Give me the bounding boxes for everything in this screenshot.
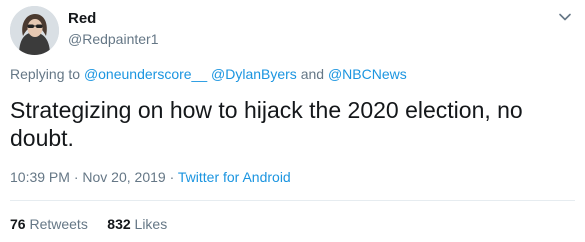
replying-prefix: Replying to xyxy=(10,66,84,82)
tweet-meta: 10:39 PM · Nov 20, 2019 · Twitter for An… xyxy=(10,168,291,186)
retweets-stat[interactable]: 76 Retweets xyxy=(10,216,88,232)
display-name[interactable]: Red xyxy=(68,10,96,28)
divider xyxy=(10,200,575,201)
meta-separator: · xyxy=(165,169,178,185)
tweet-time: 10:39 PM xyxy=(10,169,70,185)
retweets-count: 76 xyxy=(10,216,26,232)
mention-link-dylanbyers[interactable]: @DylanByers xyxy=(211,66,297,82)
chevron-down-icon[interactable] xyxy=(556,8,574,26)
meta-separator: · xyxy=(69,169,83,185)
replying-conjunction: and xyxy=(296,66,328,82)
tweet-date: Nov 20, 2019 xyxy=(82,169,166,185)
avatar[interactable] xyxy=(10,6,59,55)
tweet-source-link[interactable]: Twitter for Android xyxy=(178,169,291,185)
tweet-card: Red @Redpainter1 Replying to @oneundersc… xyxy=(0,0,585,242)
likes-label: Likes xyxy=(130,216,168,232)
mention-link-nbcnews[interactable]: @NBCNews xyxy=(328,66,407,82)
likes-count: 832 xyxy=(107,216,131,232)
tweet-text: Strategizing on how to hijack the 2020 e… xyxy=(10,97,523,151)
retweets-label: Retweets xyxy=(25,216,88,232)
avatar-image xyxy=(10,6,59,55)
tweet-stats: 76 Retweets 832 Likes xyxy=(10,215,167,233)
likes-stat[interactable]: 832 Likes xyxy=(107,216,167,232)
mention-link-oneunderscore[interactable]: @oneunderscore__ xyxy=(84,66,207,82)
username[interactable]: @Redpainter1 xyxy=(68,30,159,48)
reply-context: Replying to @oneunderscore__ @DylanByers… xyxy=(10,65,407,83)
